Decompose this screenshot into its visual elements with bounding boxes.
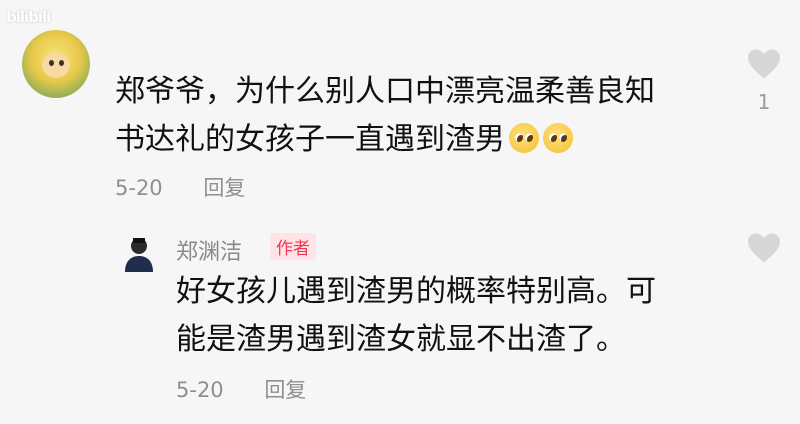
comment-text-line: 郑爷爷，为什么别人口中漂亮温柔善良知 — [115, 74, 655, 109]
like-count: 1 — [757, 90, 771, 114]
reply-date: 5-20 — [176, 378, 224, 402]
comment-text: 郑爷爷，为什么别人口中漂亮温柔善良知 书达礼的女孩子一直遇到渣男 — [115, 68, 715, 164]
author-name[interactable]: 郑渊洁 — [176, 234, 242, 266]
avatar-face — [42, 52, 70, 78]
heart-icon — [748, 233, 780, 263]
reply-text: 好女孩儿遇到渣男的概率特别高。可 能是渣男遇到渣女就显不出渣了。 — [176, 268, 696, 364]
avatar[interactable] — [22, 30, 90, 98]
reply-button[interactable]: 回复 — [203, 176, 245, 200]
comment-text-line: 书达礼的女孩子一直遇到渣男 — [115, 116, 715, 164]
reply-button[interactable]: 回复 — [264, 378, 306, 402]
comment-date: 5-20 — [115, 176, 163, 200]
avatar-eye — [59, 60, 64, 66]
reply-text-line: 能是渣男遇到渣女就显不出渣了。 — [176, 322, 626, 357]
comment-meta: 5-20 回复 — [115, 172, 245, 202]
reply-meta: 5-20 回复 — [176, 374, 306, 404]
pleading-face-emoji-icon — [509, 123, 539, 153]
pleading-face-emoji-icon — [543, 123, 573, 153]
author-badge: 作者 — [270, 233, 316, 260]
avatar[interactable] — [122, 234, 156, 272]
like-button[interactable]: 1 — [744, 48, 784, 114]
like-button[interactable] — [744, 232, 784, 264]
avatar-eye — [49, 60, 54, 66]
heart-icon — [748, 49, 780, 79]
reply-text-line: 好女孩儿遇到渣男的概率特别高。可 — [176, 274, 656, 309]
comment-text-segment: 书达礼的女孩子一直遇到渣男 — [115, 122, 505, 157]
watermark-logo: bilibili — [6, 8, 51, 26]
